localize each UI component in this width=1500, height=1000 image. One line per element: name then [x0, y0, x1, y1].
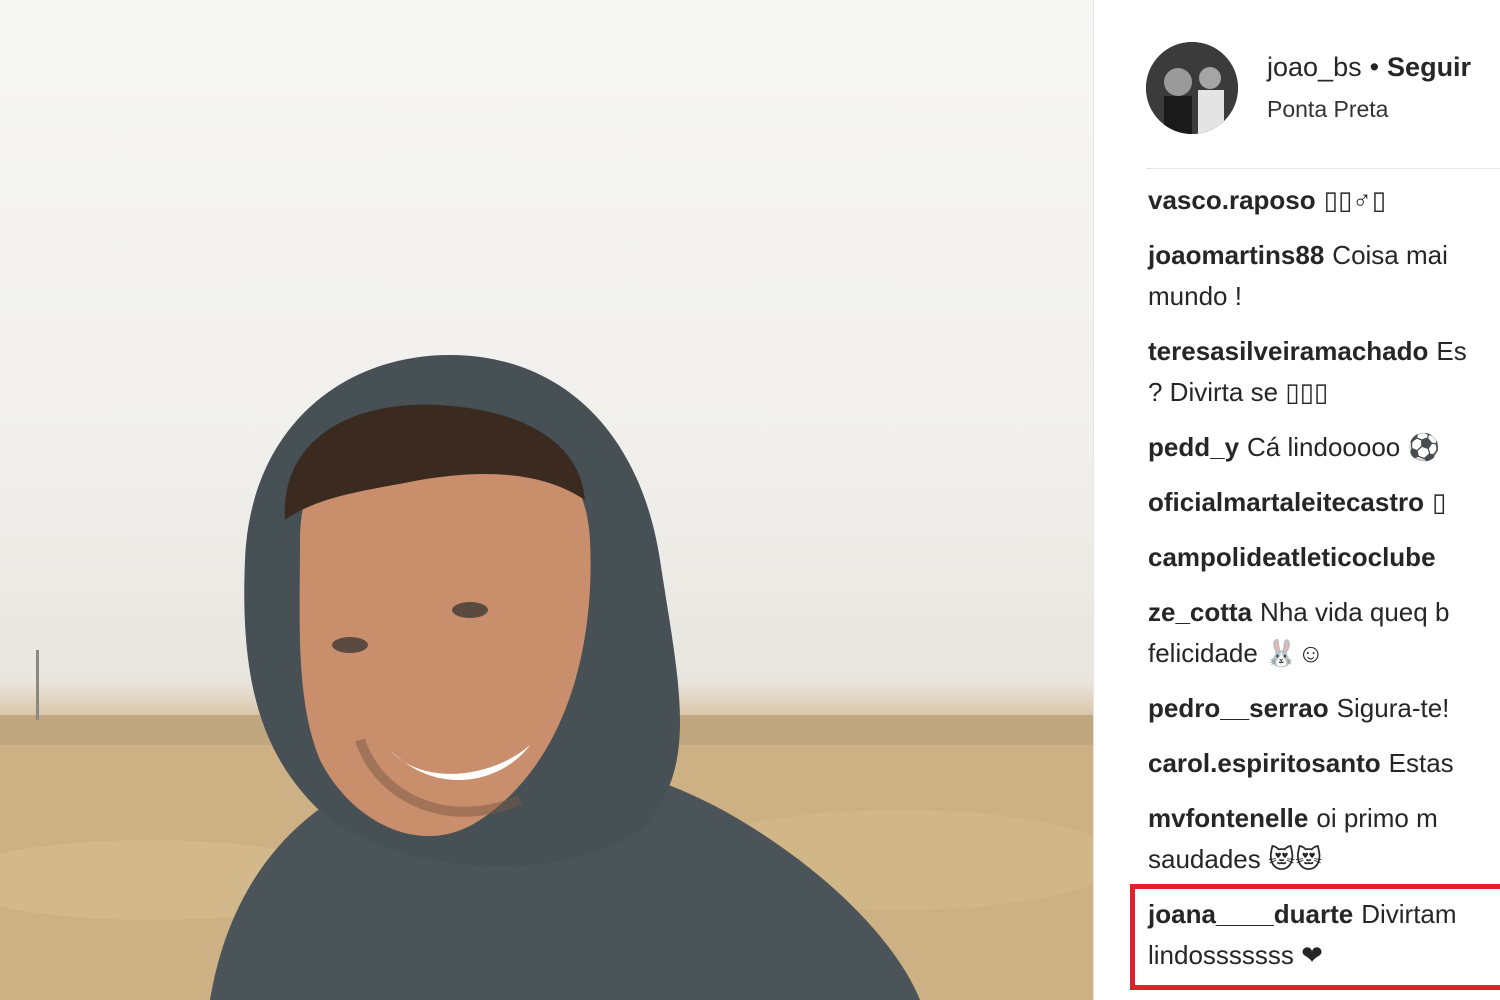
comment-text: Coisa mai — [1332, 240, 1448, 270]
highlight-box — [1130, 884, 1500, 990]
header-separator — [1146, 168, 1500, 169]
comment-item: pedd_y Cá lindooooo ⚽ — [1148, 427, 1500, 468]
post-photo[interactable] — [0, 0, 1093, 1000]
comment-item: teresasilveiramachado Es ? Divirta se ▯▯▯ — [1148, 331, 1500, 413]
avatar[interactable] — [1146, 42, 1238, 134]
comment-item: mvfontenelle oi primo m saudades 😻😻 — [1148, 798, 1500, 880]
comment-text-continued: felicidade 🐰☺ — [1148, 638, 1324, 668]
comment-username[interactable]: ze_cotta — [1148, 597, 1252, 627]
comment-username[interactable]: carol.espiritosanto — [1148, 748, 1381, 778]
comment-item: carol.espiritosanto Estas — [1148, 743, 1500, 784]
comment-text-continued: ? Divirta se ▯▯▯ — [1148, 377, 1329, 407]
separator-dot: • — [1369, 52, 1380, 82]
username-link[interactable]: joao_bs — [1267, 52, 1362, 82]
comment-username[interactable]: joaomartins88 — [1148, 240, 1324, 270]
comment-item: oficialmartaleitecastro ▯ — [1148, 482, 1500, 523]
comment-text: Sigura-te! — [1336, 693, 1450, 723]
location-link[interactable]: Ponta Preta — [1267, 96, 1388, 123]
comment-username[interactable]: campolideatleticoclube — [1148, 542, 1436, 572]
comment-text: Es — [1436, 336, 1467, 366]
comment-item: vasco.raposo ▯▯♂▯ — [1148, 180, 1500, 221]
comment-username[interactable]: vasco.raposo — [1148, 185, 1316, 215]
comment-text-continued: saudades 😻😻 — [1148, 844, 1323, 874]
comment-text-continued: mundo ! — [1148, 281, 1242, 311]
comment-item: campolideatleticoclube — [1148, 537, 1500, 578]
comments-list: vasco.raposo ▯▯♂▯ joaomartins88 Coisa mai … — [1148, 180, 1500, 990]
comment-username[interactable]: oficialmartaleitecastro — [1148, 487, 1424, 517]
comment-text: ▯ — [1432, 487, 1447, 517]
comment-item: ze_cotta Nha vida queq b felicidade 🐰☺ — [1148, 592, 1500, 674]
post-username-row: joao_bs • Seguir — [1267, 52, 1471, 83]
comment-item: joaomartins88 Coisa mai mundo ! — [1148, 235, 1500, 317]
comment-text: Nha vida queq b — [1260, 597, 1450, 627]
comment-username[interactable]: pedro__serrao — [1148, 693, 1329, 723]
comment-text: oi primo m — [1316, 803, 1438, 833]
follow-button[interactable]: Seguir — [1387, 52, 1471, 82]
comment-item: pedro__serrao Sigura-te! — [1148, 688, 1500, 729]
comment-text: Estas — [1388, 748, 1454, 778]
comment-username[interactable]: teresasilveiramachado — [1148, 336, 1428, 366]
comment-text: Cá lindooooo ⚽ — [1247, 432, 1440, 462]
post-header: joao_bs • Seguir Ponta Preta — [1146, 42, 1500, 134]
comment-username[interactable]: pedd_y — [1148, 432, 1239, 462]
avatar-image — [1146, 42, 1238, 134]
post-photo-illustration — [0, 355, 1093, 1000]
post-side-panel: joao_bs • Seguir Ponta Preta vasco.raposo ▯… — [1094, 0, 1500, 1000]
comment-text: ▯▯♂▯ — [1323, 185, 1387, 215]
comment-username[interactable]: mvfontenelle — [1148, 803, 1308, 833]
